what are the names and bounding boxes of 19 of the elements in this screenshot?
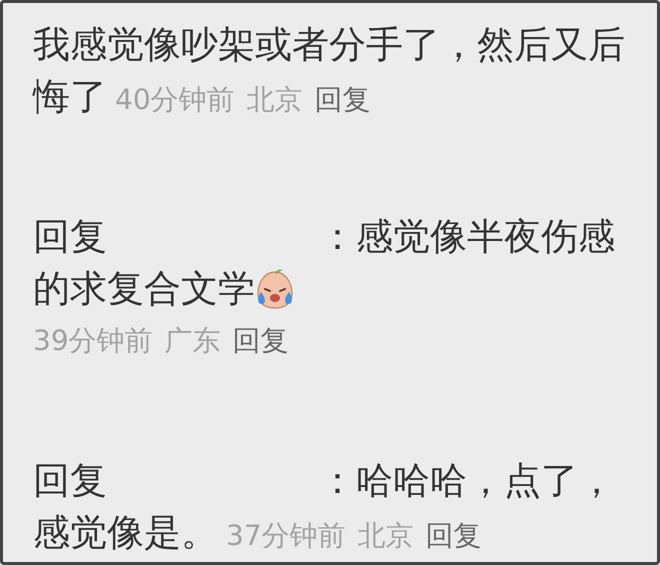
reply-text: 感觉像半夜伤感 — [356, 214, 615, 260]
location: 北京 — [246, 82, 303, 118]
reply-text: 的求复合文学 — [33, 266, 255, 312]
comment-text: 悔了 — [33, 74, 107, 120]
timestamp: 39分钟前 — [33, 323, 153, 359]
location: 广东 — [164, 323, 221, 359]
reply-link[interactable]: 回复 — [232, 315, 289, 367]
location: 北京 — [358, 518, 414, 554]
comment-text: 我感觉像吵架或者分手了，然后又后 — [33, 22, 625, 68]
reply-prefix: 回复 — [33, 214, 107, 260]
reply-text: 哈哈哈，点了， — [356, 458, 615, 504]
colon: ： — [319, 214, 356, 260]
timestamp: 40分钟前 — [115, 82, 235, 118]
reply-prefix: 回复 — [33, 458, 107, 504]
reply-link[interactable]: 回复 — [426, 510, 482, 562]
timestamp: 37分钟前 — [226, 518, 346, 554]
colon: ： — [319, 458, 356, 504]
reply-text: 感觉像是。 — [33, 510, 218, 556]
reply-link[interactable]: 回复 — [314, 74, 371, 126]
